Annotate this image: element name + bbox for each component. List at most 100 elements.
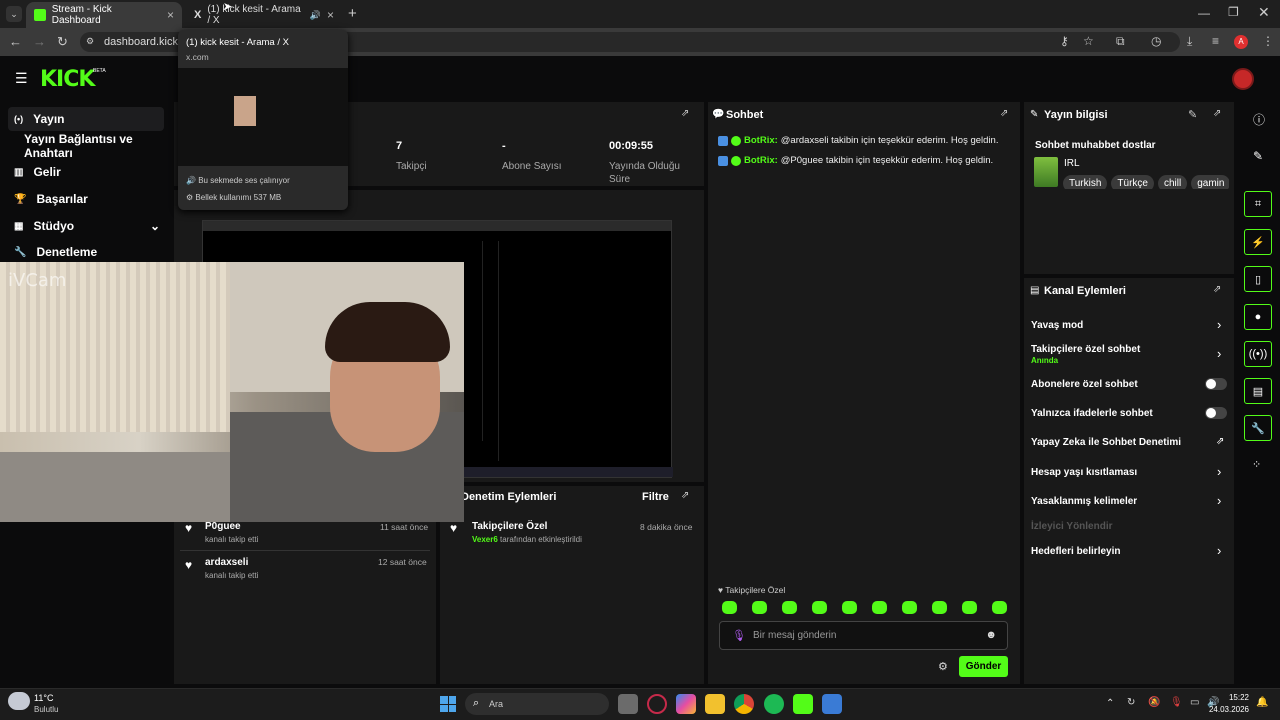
emote-icon[interactable] (962, 601, 977, 614)
emote-icon[interactable] (752, 601, 767, 614)
bookmark-star-icon[interactable]: ☆ (1083, 34, 1094, 48)
popout-icon[interactable]: ⇗ (1000, 108, 1008, 119)
back-icon[interactable]: ← (9, 34, 22, 49)
tab-x-search[interactable]: X (1) kick kesit - Arama / X 🔊 × (186, 2, 342, 28)
chevron-up-icon[interactable]: ⌃ (1106, 698, 1114, 709)
emotes-only-toggle[interactable] (1205, 407, 1227, 419)
chat-input[interactable]: 🎙 Bir mesaj gönderin ☻ (719, 621, 1008, 650)
history-icon[interactable]: ◷ (1151, 34, 1161, 48)
clock-date[interactable]: 24.03.2026 (1198, 705, 1249, 714)
popout-icon[interactable]: ⇗ (681, 108, 689, 119)
chevron-right-icon[interactable]: › (1217, 493, 1221, 508)
sidebar-item-stream-key[interactable]: Yayın Bağlantısı ve Anahtarı (18, 132, 178, 160)
minimize-icon[interactable]: — (1198, 6, 1210, 20)
extensions-icon[interactable]: ⧉ (1116, 34, 1125, 49)
close-window-icon[interactable]: ✕ (1258, 4, 1270, 21)
download-icon[interactable]: ⤓ (1187, 34, 1192, 49)
clock-time[interactable]: 15:22 (1219, 693, 1249, 702)
sync-icon[interactable]: ↻ (1127, 697, 1135, 708)
chrome-icon[interactable] (734, 694, 754, 714)
chevron-right-icon[interactable]: › (1217, 346, 1221, 361)
send-button[interactable]: Gönder (959, 656, 1008, 677)
site-info-icon[interactable]: ⚙ (86, 36, 94, 47)
emote-icon[interactable] (722, 601, 737, 614)
follower-name[interactable]: ardaxseli (205, 557, 248, 568)
kick-app-icon[interactable] (793, 694, 813, 714)
browser-menu-icon[interactable]: ⋮ (1262, 34, 1274, 48)
moderator-name[interactable]: Vexer6 (472, 535, 498, 544)
copilot-icon[interactable] (676, 694, 696, 714)
popout-icon[interactable]: ⇗ (1213, 284, 1221, 295)
chevron-right-icon[interactable]: › (1217, 317, 1221, 332)
chat-username[interactable]: BotRix: (744, 155, 778, 166)
chevron-right-icon[interactable]: › (1217, 464, 1221, 479)
lightning-icon[interactable]: ⚡ (1244, 229, 1272, 255)
ivcam-app-icon[interactable] (822, 694, 842, 714)
tag-chip[interactable]: chill (1157, 175, 1188, 189)
tag-chip[interactable]: Turkish (1063, 175, 1108, 189)
hamburger-menu-icon[interactable]: ☰ (15, 70, 28, 87)
popout-icon[interactable]: ⇗ (681, 490, 689, 501)
chevron-down-icon[interactable]: ⌄ (150, 219, 160, 233)
file-explorer-icon[interactable] (705, 694, 725, 714)
followers-only-chat-label[interactable]: Takipçilere özel sohbet (1031, 344, 1140, 355)
set-goals-label[interactable]: Hedefleri belirleyin (1031, 546, 1120, 557)
weather-temp[interactable]: 11°C (34, 693, 53, 703)
tag-chip[interactable]: gamin (1191, 175, 1229, 189)
emote-icon[interactable] (812, 601, 827, 614)
emoji-icon[interactable]: ☻ (985, 629, 997, 641)
account-age-label[interactable]: Hesap yaşı kısıtlaması (1031, 467, 1137, 478)
close-tab-icon[interactable]: × (327, 8, 334, 22)
wrench-rail-icon[interactable]: 🔧 (1244, 415, 1272, 441)
audio-playing-icon[interactable]: 🔊 (310, 10, 321, 21)
reload-icon[interactable]: ↻ (57, 34, 68, 50)
notifications-off-icon[interactable]: 🔕 (1148, 697, 1160, 708)
more-options-icon[interactable]: ⁘ (1252, 458, 1261, 471)
emote-icon[interactable] (992, 601, 1007, 614)
mic-in-use-icon[interactable]: 🎙 (1170, 697, 1183, 708)
chevron-right-icon[interactable]: › (1217, 543, 1221, 558)
clip-icon[interactable]: ⌗ (1244, 191, 1272, 217)
emote-icon[interactable] (842, 601, 857, 614)
tab-search-icon[interactable]: ⌄ (6, 6, 22, 22)
emote-icon[interactable] (932, 601, 947, 614)
slow-mode-label[interactable]: Yavaş mod (1031, 320, 1083, 331)
profile-avatar[interactable]: A (1234, 35, 1248, 49)
sidebar-item-stream[interactable]: (•) Yayın (8, 107, 164, 131)
kick-logo[interactable]: KICK (40, 67, 95, 92)
tab-kick-dashboard[interactable]: Stream - Kick Dashboard × (26, 2, 182, 28)
filter-button[interactable]: Filtre (642, 491, 669, 503)
emote-icon[interactable] (902, 601, 917, 614)
maximize-icon[interactable]: ❐ (1228, 5, 1239, 19)
info-icon[interactable]: ⓘ (1253, 111, 1265, 128)
microphone-icon[interactable]: 🎙 (732, 629, 746, 642)
emote-icon[interactable] (872, 601, 887, 614)
user-avatar[interactable] (1232, 68, 1254, 90)
emote-icon[interactable] (782, 601, 797, 614)
sidebar-item-studio[interactable]: ▦ Stüdyo ⌄ (8, 214, 164, 238)
notification-bell-icon[interactable]: 🔔 (1256, 697, 1268, 708)
popout-icon[interactable]: ⇗ (1213, 108, 1221, 119)
notes-icon[interactable]: ▯ (1244, 266, 1272, 292)
password-key-icon[interactable]: ⚷ (1060, 34, 1069, 48)
layout-icon[interactable]: ▤ (1244, 378, 1272, 404)
broadcast-rail-icon[interactable]: ((•)) (1244, 341, 1272, 367)
chat-settings-gear-icon[interactable]: ⚙ (938, 660, 948, 673)
reading-list-icon[interactable]: ≡ (1212, 34, 1219, 48)
follower-name[interactable]: P0guee (205, 521, 241, 532)
taskbar-search[interactable]: ⌕ Ara (465, 693, 609, 715)
tag-chip[interactable]: Türkçe (1111, 175, 1154, 189)
external-link-icon[interactable]: ⇗ (1216, 436, 1224, 447)
edit-pencil-icon[interactable]: ✎ (1253, 149, 1263, 163)
chat-icon[interactable]: ● (1244, 304, 1272, 330)
forward-icon[interactable]: → (33, 34, 46, 49)
banned-words-label[interactable]: Yasaklanmış kelimeler (1031, 496, 1137, 507)
spotify-icon[interactable] (764, 694, 784, 714)
sidebar-item-achievements[interactable]: 🏆 Başarılar (8, 187, 164, 211)
ai-moderation-label[interactable]: Yapay Zeka ile Sohbet Denetimi (1031, 437, 1181, 448)
new-tab-icon[interactable]: + (348, 5, 357, 22)
chat-username[interactable]: BotRix: (744, 135, 778, 146)
subscribers-only-toggle[interactable] (1205, 378, 1227, 390)
sidebar-item-moderation[interactable]: 🔧 Denetleme (8, 240, 164, 264)
close-tab-icon[interactable]: × (167, 8, 174, 22)
